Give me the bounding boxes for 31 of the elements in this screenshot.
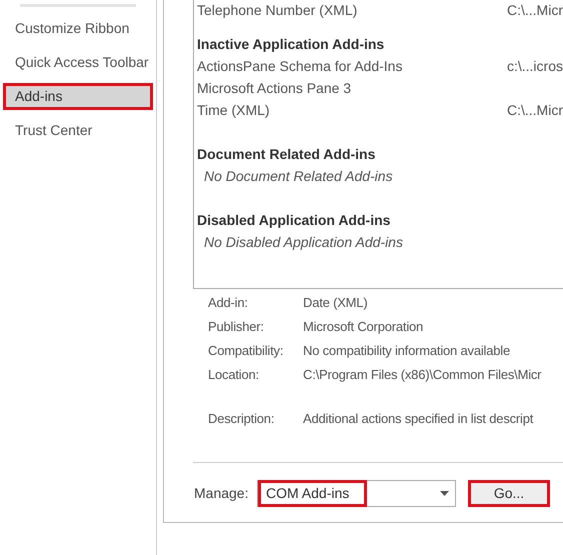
detail-value: Additional actions specified in list descript	[303, 410, 534, 428]
addin-location: C:\...Micr	[507, 0, 563, 20]
detail-value: C:\Program Files (x86)\Common Files\Micr	[303, 366, 542, 384]
detail-value: Microsoft Corporation	[303, 318, 424, 336]
section-heading: Disabled Application Add-ins	[197, 210, 390, 230]
addin-name[interactable]: Time (XML)	[197, 100, 507, 120]
sidebar-item[interactable]: Customize Ribbon	[3, 15, 153, 42]
detail-value: Date (XML)	[303, 294, 368, 312]
detail-value: No compatibility information available	[303, 342, 510, 360]
sidebar-item[interactable]: Quick Access Toolbar	[3, 49, 153, 76]
section-heading: Document Related Add-ins	[197, 144, 376, 164]
addin-name[interactable]: Microsoft Actions Pane 3	[197, 78, 513, 98]
detail-label: Add-in:	[208, 294, 249, 312]
addin-name[interactable]: ActionsPane Schema for Add-Ins	[197, 56, 507, 76]
detail-label: Compatibility:	[208, 342, 284, 360]
manage-label: Manage:	[193, 484, 250, 503]
detail-label: Description:	[208, 410, 276, 428]
manage-dropdown[interactable]: COM Add-ins	[257, 480, 456, 506]
section-heading: Inactive Application Add-ins	[197, 34, 384, 54]
detail-label: Location:	[208, 366, 260, 384]
addins-list-box[interactable]	[193, 0, 563, 289]
empty-section-text: No Document Related Add-ins	[204, 166, 393, 186]
sidebar-item[interactable]: Add-ins	[3, 83, 153, 110]
addin-location: c:\...icros	[506, 56, 563, 76]
addin-name[interactable]: Telephone Number (XML)	[197, 0, 507, 20]
go-button[interactable]: Go...	[468, 480, 550, 506]
addin-location: C:\...Micr	[507, 100, 563, 120]
detail-label: Publisher:	[208, 318, 265, 336]
sidebar-item[interactable]: Trust Center	[3, 117, 153, 144]
empty-section-text: No Disabled Application Add-ins	[204, 232, 403, 252]
dropdown-arrow-icon	[440, 490, 449, 496]
